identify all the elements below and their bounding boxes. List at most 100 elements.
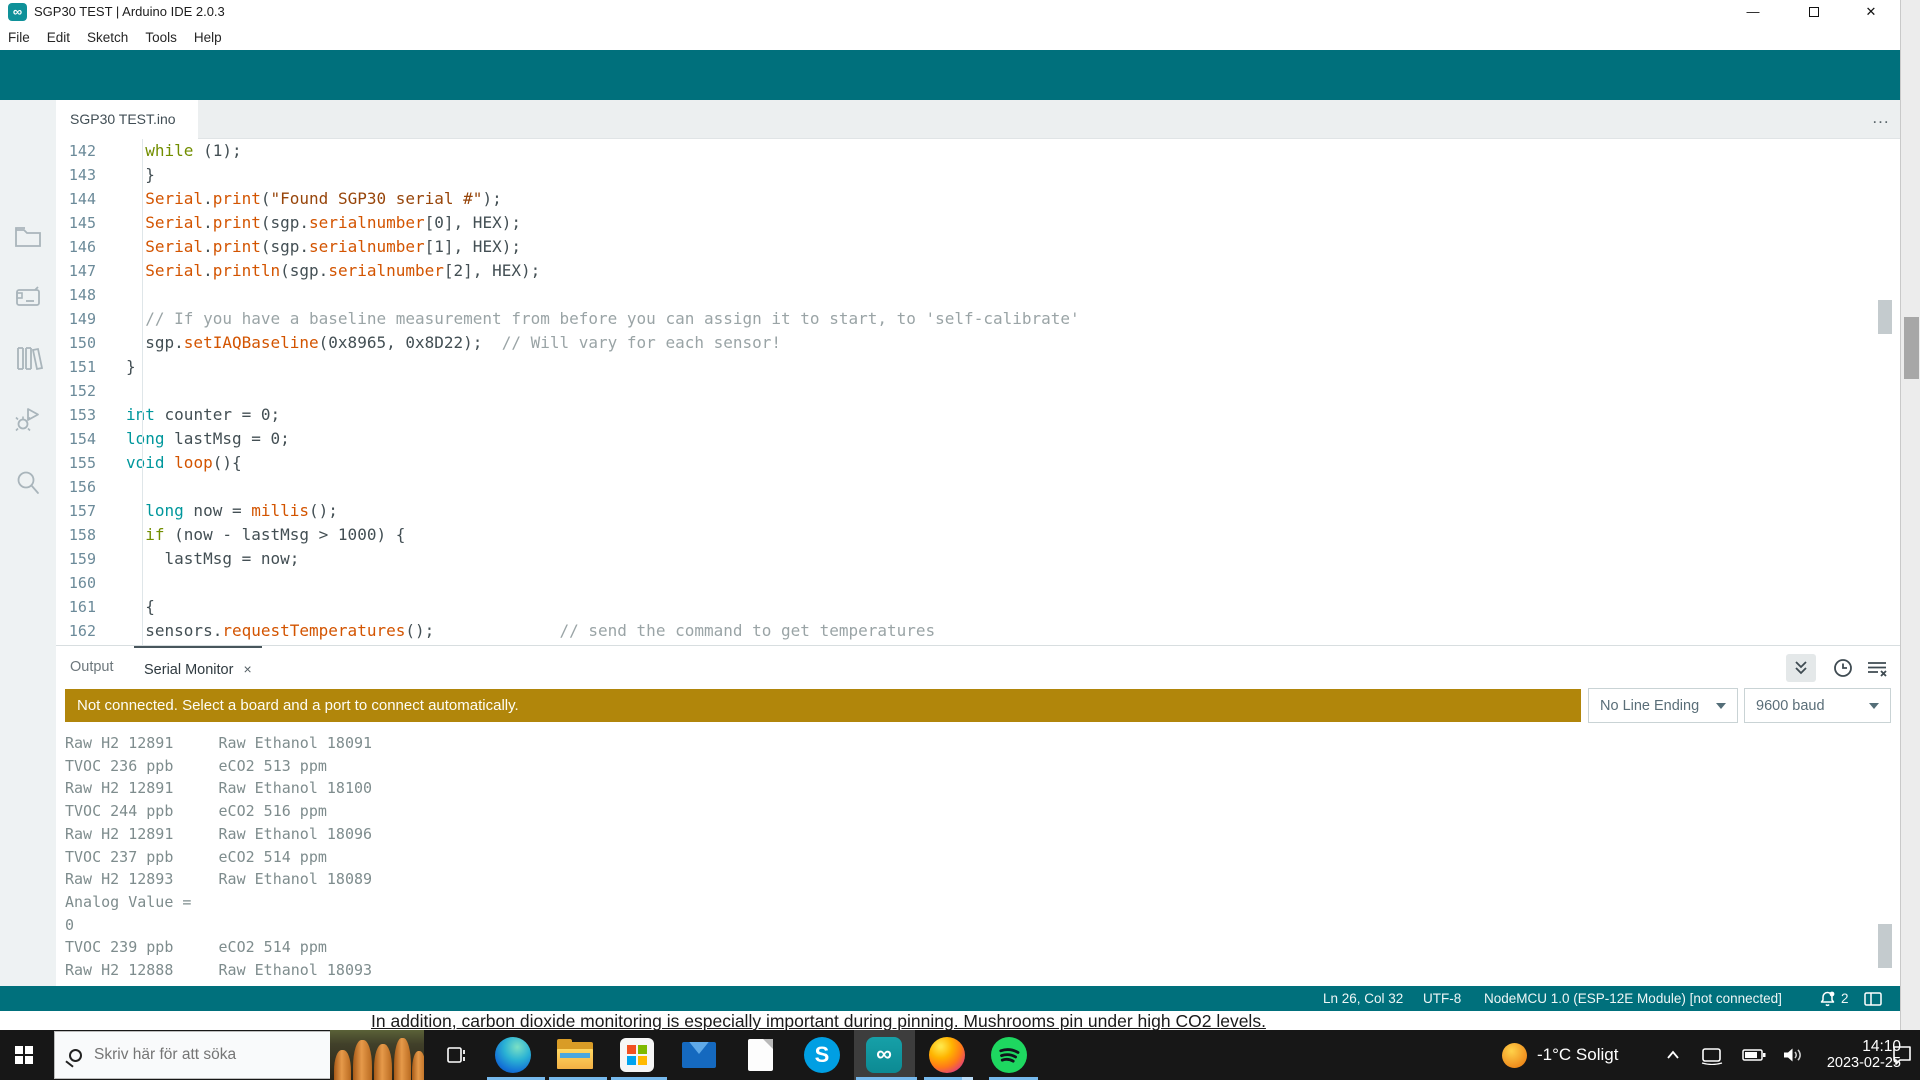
clock[interactable]: 14:10 2023-02-25 (1816, 1030, 1901, 1080)
line-number: 158 (56, 523, 112, 547)
tray-tablet-mode[interactable] (1700, 1030, 1724, 1080)
task-view-button[interactable] (432, 1030, 480, 1080)
taskbar-store-button[interactable] (613, 1030, 661, 1080)
menu-help[interactable]: Help (194, 30, 222, 45)
gutter-divider (142, 139, 143, 645)
tab-serial-monitor[interactable]: Serial Monitor × (134, 646, 262, 688)
baud-rate-select[interactable]: 9600 baud (1744, 688, 1891, 723)
titlebar: ∞ SGP30 TEST | Arduino IDE 2.0.3 — ✕ (0, 0, 1900, 24)
arduino-logo-icon: ∞ (8, 3, 27, 21)
code-line[interactable]: 157 long now = millis(); (56, 499, 1900, 523)
code-text: { (112, 595, 155, 619)
taskbar-search[interactable] (54, 1031, 331, 1079)
code-line[interactable]: 161 { (56, 595, 1900, 619)
code-line[interactable]: 156 (56, 475, 1900, 499)
encoding[interactable]: UTF-8 (1423, 986, 1461, 1011)
code-line[interactable]: 146 Serial.print(sgp.serialnumber[1], HE… (56, 235, 1900, 259)
line-number: 148 (56, 283, 112, 307)
taskbar-firefox-button[interactable] (923, 1030, 971, 1080)
background-browser-text-row: In addition, carbon dioxide monitoring i… (0, 1011, 1900, 1030)
code-line[interactable]: 153int counter = 0; (56, 403, 1900, 427)
background-browser-edge (1900, 0, 1920, 1030)
code-line[interactable]: 160 (56, 571, 1900, 595)
menu-tools[interactable]: Tools (145, 30, 177, 45)
code-text (112, 283, 126, 307)
code-line[interactable]: 152 (56, 379, 1900, 403)
code-line[interactable]: 159 lastMsg = now; (56, 547, 1900, 571)
library-manager-icon[interactable] (13, 343, 43, 373)
code-line[interactable]: 147 Serial.println(sgp.serialnumber[2], … (56, 259, 1900, 283)
taskbar-mail-button[interactable] (675, 1030, 723, 1080)
taskbar-document-button[interactable] (736, 1030, 784, 1080)
search-sidebar-icon[interactable] (13, 468, 43, 498)
debug-sidebar-icon[interactable] (13, 405, 43, 435)
tray-volume[interactable] (1782, 1030, 1806, 1080)
minimize-button[interactable]: — (1730, 0, 1776, 24)
cursor-position[interactable]: Ln 26, Col 32 (1323, 986, 1403, 1011)
code-line[interactable]: 155void loop(){ (56, 451, 1900, 475)
toggle-panel-icon[interactable] (1864, 992, 1882, 1006)
close-tab-icon[interactable]: × (243, 648, 251, 690)
code-line[interactable]: 148 (56, 283, 1900, 307)
line-ending-select[interactable]: No Line Ending (1588, 688, 1738, 723)
sketchbook-icon[interactable] (13, 222, 43, 252)
code-editor[interactable]: 142 while (1);143 }144 Serial.print("Fou… (56, 139, 1900, 645)
code-line[interactable]: 142 while (1); (56, 139, 1900, 163)
arduino-app-icon: ∞ (866, 1037, 902, 1073)
collapse-panel-button[interactable] (1786, 654, 1816, 682)
code-line[interactable]: 150 sgp.setIAQBaseline(0x8965, 0x8D22); … (56, 331, 1900, 355)
notifications-bell-icon[interactable] (1819, 990, 1836, 1007)
baud-rate-value: 9600 baud (1756, 698, 1825, 714)
start-button[interactable] (0, 1030, 48, 1080)
timestamp-toggle-button[interactable] (1828, 654, 1858, 682)
serial-output-line: Raw H2 12891 Raw Ethanol 18100 (65, 777, 372, 800)
clear-output-icon (1866, 658, 1888, 678)
action-center-button[interactable] (1890, 1030, 1914, 1080)
tab-sgp30-test-ino[interactable]: SGP30 TEST.ino (56, 100, 198, 139)
news-widget-thumbnail[interactable] (330, 1030, 424, 1080)
serial-output-line: Raw H2 12893 Raw Ethanol 18089 (65, 868, 372, 891)
code-line[interactable]: 154long lastMsg = 0; (56, 427, 1900, 451)
code-line[interactable]: 149 // If you have a baseline measuremen… (56, 307, 1900, 331)
code-line[interactable]: 151} (56, 355, 1900, 379)
code-line[interactable]: 158 if (now - lastMsg > 1000) { (56, 523, 1900, 547)
close-button[interactable]: ✕ (1848, 0, 1894, 24)
line-number: 161 (56, 595, 112, 619)
window-title: SGP30 TEST | Arduino IDE 2.0.3 (34, 4, 225, 19)
serial-output-line: Raw H2 12891 Raw Ethanol 18096 (65, 823, 372, 846)
tab-output[interactable]: Output (70, 646, 114, 688)
code-line[interactable]: 143 } (56, 163, 1900, 187)
chevron-up-icon (1664, 1048, 1682, 1062)
taskbar-edge-button[interactable] (489, 1030, 537, 1080)
code-text: Serial.println(sgp.serialnumber[2], HEX)… (112, 259, 540, 283)
tray-battery[interactable] (1742, 1030, 1767, 1080)
taskbar-skype-button[interactable]: S (798, 1030, 846, 1080)
serial-scrollbar-thumb[interactable] (1878, 924, 1892, 968)
search-input[interactable] (94, 1046, 294, 1064)
background-browser-text: In addition, carbon dioxide monitoring i… (371, 1011, 1266, 1030)
skype-icon: S (804, 1037, 840, 1073)
code-line[interactable]: 145 Serial.print(sgp.serialnumber[0], HE… (56, 211, 1900, 235)
code-line[interactable]: 162 sensors.requestTemperatures(); // se… (56, 619, 1900, 643)
taskbar-explorer-button[interactable] (551, 1030, 599, 1080)
clear-output-button[interactable] (1862, 654, 1892, 682)
serial-monitor-tab-label: Serial Monitor (144, 662, 233, 678)
tab-overflow-button[interactable]: ... (1862, 100, 1900, 139)
code-line[interactable]: 144 Serial.print("Found SGP30 serial #")… (56, 187, 1900, 211)
menu-file[interactable]: File (8, 30, 30, 45)
background-browser-scrollbar-thumb[interactable] (1904, 317, 1919, 379)
line-number: 143 (56, 163, 112, 187)
taskbar-spotify-button[interactable] (985, 1030, 1033, 1080)
taskbar-arduino-button[interactable]: ∞ (860, 1030, 908, 1080)
menu-edit[interactable]: Edit (47, 30, 70, 45)
board-status[interactable]: NodeMCU 1.0 (ESP-12E Module) [not connec… (1484, 986, 1782, 1011)
boards-manager-icon[interactable] (13, 282, 43, 312)
menu-sketch[interactable]: Sketch (87, 30, 128, 45)
tray-expand-button[interactable] (1664, 1030, 1682, 1080)
notification-bubble-icon (1890, 1044, 1914, 1066)
weather-widget[interactable]: -1°C Soligt (1502, 1030, 1618, 1080)
bottom-panel: Output Serial Monitor × (56, 645, 1900, 986)
editor-scrollbar-thumb[interactable] (1878, 300, 1892, 334)
maximize-button[interactable] (1791, 0, 1837, 24)
serial-output-line: Raw H2 12891 Raw Ethanol 18091 (65, 732, 372, 755)
